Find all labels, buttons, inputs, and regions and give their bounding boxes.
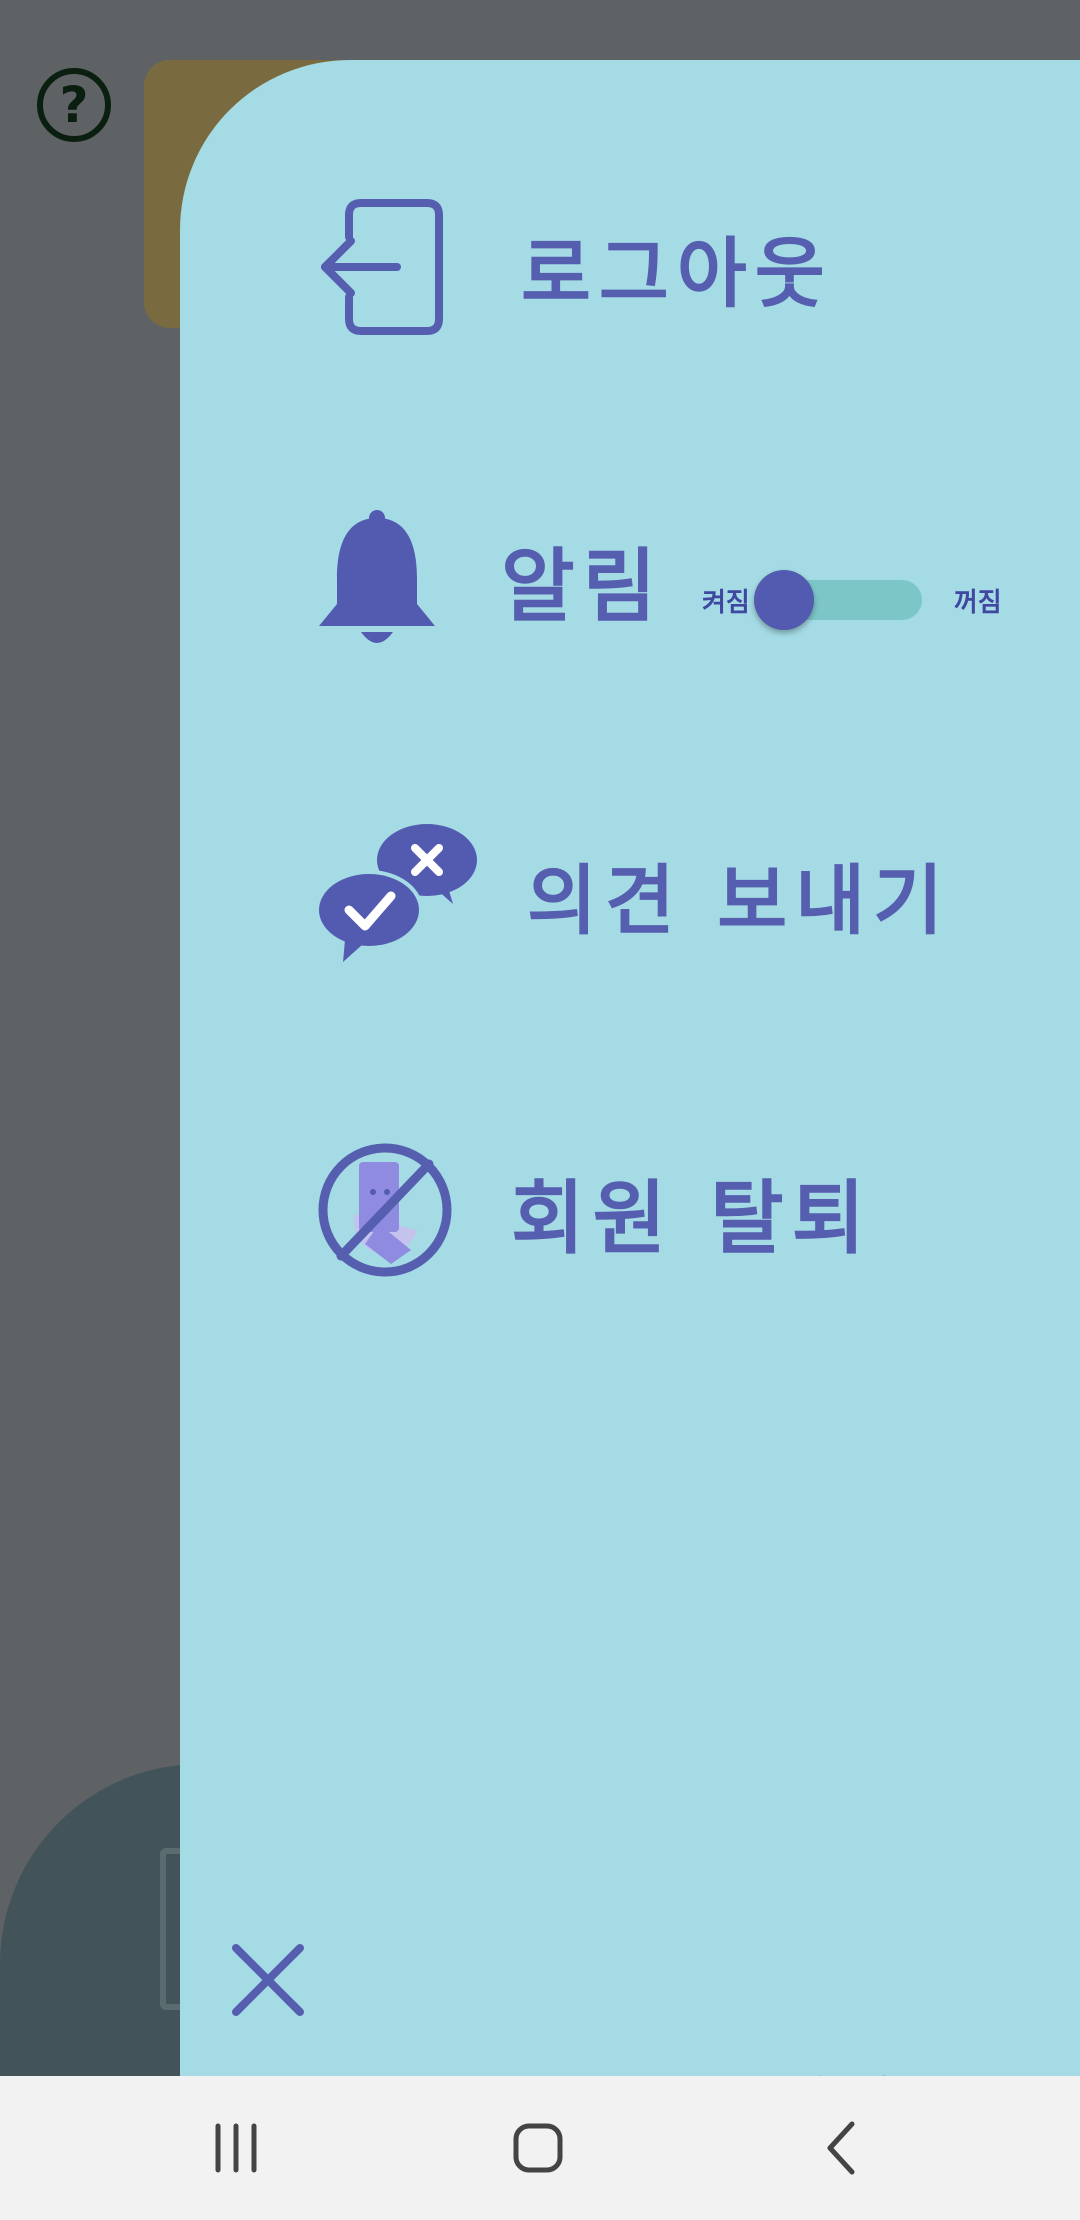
back-button[interactable] bbox=[812, 2118, 872, 2178]
system-navigation-bar bbox=[0, 2076, 1080, 2220]
side-drawer: 로그아웃 알림 켜짐 꺼짐 의견 보내기 회원 탈퇴 bbox=[180, 60, 1080, 2109]
back-icon bbox=[827, 2121, 855, 2175]
notification-toggle-group: 켜짐 꺼짐 bbox=[702, 570, 1002, 630]
withdraw-prohibited-icon bbox=[315, 1140, 455, 1284]
menu-item-withdraw[interactable]: 회원 탈퇴 bbox=[315, 1140, 873, 1284]
recent-apps-button[interactable] bbox=[206, 2118, 266, 2178]
home-button[interactable] bbox=[508, 2118, 568, 2178]
menu-item-notifications: 알림 bbox=[315, 508, 664, 652]
toggle-thumb[interactable] bbox=[753, 570, 814, 630]
toggle-on-label: 켜짐 bbox=[702, 587, 750, 618]
close-button[interactable] bbox=[228, 1940, 308, 2020]
notification-toggle[interactable] bbox=[753, 570, 922, 630]
toggle-off-label: 꺼짐 bbox=[953, 587, 1002, 618]
menu-label-logout: 로그아웃 bbox=[521, 229, 833, 318]
home-icon bbox=[513, 2123, 563, 2173]
menu-label-feedback: 의견 보내기 bbox=[527, 856, 952, 945]
menu-label-notifications: 알림 bbox=[501, 540, 665, 633]
bell-icon bbox=[315, 508, 439, 652]
menu-label-withdraw: 회원 탈퇴 bbox=[511, 1172, 874, 1265]
logout-icon bbox=[315, 195, 445, 339]
feedback-chat-icon bbox=[315, 822, 481, 966]
close-icon bbox=[232, 1944, 304, 2016]
menu-item-feedback[interactable]: 의견 보내기 bbox=[315, 822, 951, 966]
menu-item-logout[interactable]: 로그아웃 bbox=[315, 195, 833, 339]
help-button: ? bbox=[37, 68, 111, 142]
recent-apps-icon bbox=[215, 2123, 257, 2173]
